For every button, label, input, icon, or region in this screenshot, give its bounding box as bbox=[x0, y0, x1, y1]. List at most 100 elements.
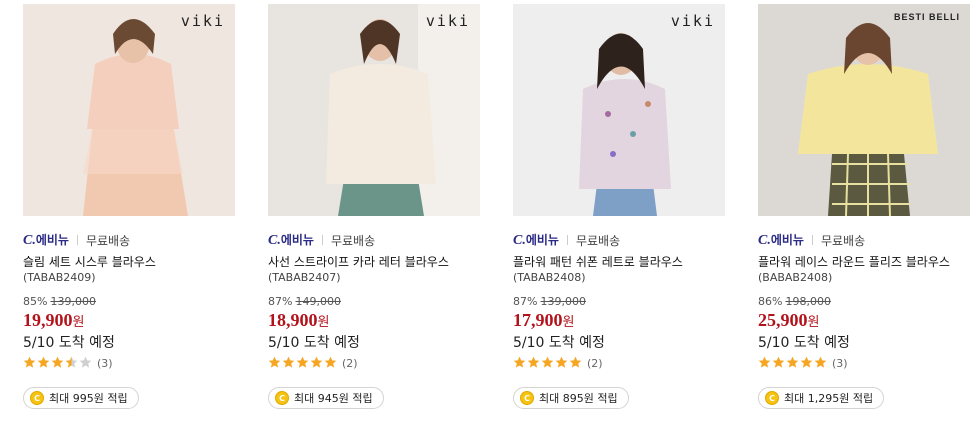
brand-mark: viki bbox=[425, 12, 470, 30]
star-icon bbox=[268, 356, 281, 369]
seller-row: C.에비뉴 무료배송 bbox=[758, 232, 970, 248]
seller-row: C.에비뉴 무료배송 bbox=[268, 232, 480, 248]
product-card[interactable]: viki C.에비뉴 무료배송 슬림 세트 시스루 블라우스 (TABAB240… bbox=[23, 0, 235, 409]
star-icon bbox=[786, 356, 799, 369]
product-name[interactable]: 사선 스트라이프 카라 레터 블라우스 bbox=[268, 254, 480, 270]
arrival-date: 5/10 도착 예정 bbox=[268, 335, 360, 351]
star-icon bbox=[569, 356, 582, 369]
reward-text: 최대 995원 적립 bbox=[49, 392, 128, 405]
brand-mark: BESTI BELLI bbox=[893, 12, 960, 22]
product-card[interactable]: viki C.에비뉴 무료배송 사선 스트라이프 카라 레터 블라우스 (TAB… bbox=[268, 0, 480, 409]
star-icon bbox=[37, 356, 50, 369]
seller-logo[interactable]: C.에비뉴 bbox=[23, 231, 69, 249]
product-name[interactable]: 플라워 레이스 라운드 플리즈 블라우스 bbox=[758, 254, 970, 270]
star-icon bbox=[296, 356, 309, 369]
star-icon bbox=[310, 356, 323, 369]
star-icon bbox=[51, 356, 64, 369]
original-price: 139,000 bbox=[50, 295, 96, 308]
discount-row: 86% 198,000 bbox=[758, 295, 970, 309]
discount-row: 87% 139,000 bbox=[513, 295, 725, 309]
reward-text: 최대 945원 적립 bbox=[294, 392, 373, 405]
coin-icon: C bbox=[275, 391, 289, 405]
arrival-date: 5/10 도착 예정 bbox=[513, 335, 605, 351]
star-icon bbox=[541, 356, 554, 369]
brand-mark: viki bbox=[670, 12, 715, 30]
discount-row: 85% 139,000 bbox=[23, 295, 235, 309]
review-count: (2) bbox=[587, 356, 603, 370]
discount-rate: 86% bbox=[758, 295, 783, 308]
product-image[interactable]: viki bbox=[513, 4, 725, 216]
reward-badge: C 최대 1,295원 적립 bbox=[758, 387, 885, 409]
product-grid: viki C.에비뉴 무료배송 슬림 세트 시스루 블라우스 (TABAB240… bbox=[0, 0, 980, 446]
divider bbox=[811, 235, 813, 245]
coin-icon: C bbox=[765, 391, 779, 405]
free-shipping-label: 무료배송 bbox=[330, 233, 376, 248]
coin-icon: C bbox=[520, 391, 534, 405]
rating[interactable]: (2) bbox=[268, 355, 480, 371]
rating[interactable]: (2) bbox=[513, 355, 725, 371]
sale-price: 18,900원 bbox=[268, 310, 330, 330]
divider bbox=[566, 235, 568, 245]
model-photo bbox=[758, 4, 970, 216]
product-name[interactable]: 플라워 패턴 쉬폰 레트로 블라우스 bbox=[513, 254, 725, 270]
product-name[interactable]: 슬림 세트 시스루 블라우스 bbox=[23, 254, 235, 270]
divider bbox=[321, 235, 323, 245]
model-photo bbox=[268, 4, 480, 216]
model-photo bbox=[513, 4, 725, 216]
discount-rate: 87% bbox=[513, 295, 538, 308]
review-count: (2) bbox=[342, 356, 358, 370]
free-shipping-label: 무료배송 bbox=[575, 233, 621, 248]
seller-logo[interactable]: C.에비뉴 bbox=[758, 231, 804, 249]
star-icon bbox=[772, 356, 785, 369]
free-shipping-label: 무료배송 bbox=[820, 233, 866, 248]
star-rating bbox=[23, 354, 93, 373]
original-price: 139,000 bbox=[540, 295, 586, 308]
product-code: (TABAB2408) bbox=[513, 271, 586, 284]
discount-rate: 87% bbox=[268, 295, 293, 308]
star-rating bbox=[268, 354, 338, 373]
star-rating bbox=[758, 354, 828, 373]
free-shipping-label: 무료배송 bbox=[85, 233, 131, 248]
original-price: 198,000 bbox=[785, 295, 831, 308]
seller-logo[interactable]: C.에비뉴 bbox=[268, 231, 314, 249]
product-image[interactable]: viki bbox=[268, 4, 480, 216]
seller-logo[interactable]: C.에비뉴 bbox=[513, 231, 559, 249]
review-count: (3) bbox=[97, 356, 113, 370]
product-image[interactable]: viki bbox=[23, 4, 235, 216]
sale-price: 17,900원 bbox=[513, 310, 575, 330]
star-icon bbox=[814, 356, 827, 369]
product-card[interactable]: viki C.에비뉴 무료배송 플라워 패턴 쉬폰 레트로 블라우스 (TABA… bbox=[513, 0, 725, 409]
star-icon bbox=[555, 356, 568, 369]
arrival-date: 5/10 도착 예정 bbox=[758, 335, 850, 351]
reward-text: 최대 895원 적립 bbox=[539, 392, 618, 405]
discount-row: 87% 149,000 bbox=[268, 295, 480, 309]
star-icon bbox=[282, 356, 295, 369]
product-code: (TABAB2407) bbox=[268, 271, 341, 284]
original-price: 149,000 bbox=[295, 295, 341, 308]
reward-badge: C 최대 945원 적립 bbox=[268, 387, 384, 409]
star-icon bbox=[800, 356, 813, 369]
star-icon bbox=[513, 356, 526, 369]
coin-icon: C bbox=[30, 391, 44, 405]
star-icon bbox=[79, 356, 92, 369]
star-rating bbox=[513, 354, 583, 373]
discount-rate: 85% bbox=[23, 295, 48, 308]
star-icon bbox=[527, 356, 540, 369]
seller-row: C.에비뉴 무료배송 bbox=[513, 232, 725, 248]
rating[interactable]: (3) bbox=[23, 355, 235, 371]
star-icon bbox=[758, 356, 771, 369]
sale-price: 25,900원 bbox=[758, 310, 820, 330]
product-code: (TABAB2409) bbox=[23, 271, 96, 284]
star-icon bbox=[23, 356, 36, 369]
reward-text: 최대 1,295원 적립 bbox=[784, 392, 874, 405]
brand-mark: viki bbox=[180, 12, 225, 30]
rating[interactable]: (3) bbox=[758, 355, 970, 371]
reward-badge: C 최대 895원 적립 bbox=[513, 387, 629, 409]
sale-price: 19,900원 bbox=[23, 310, 85, 330]
review-count: (3) bbox=[832, 356, 848, 370]
product-image[interactable]: BESTI BELLI bbox=[758, 4, 970, 216]
model-photo bbox=[23, 4, 235, 216]
reward-badge: C 최대 995원 적립 bbox=[23, 387, 139, 409]
arrival-date: 5/10 도착 예정 bbox=[23, 335, 115, 351]
product-card[interactable]: BESTI BELLI C.에비뉴 무료배송 플라워 레이스 라운드 플리즈 블… bbox=[758, 0, 970, 409]
